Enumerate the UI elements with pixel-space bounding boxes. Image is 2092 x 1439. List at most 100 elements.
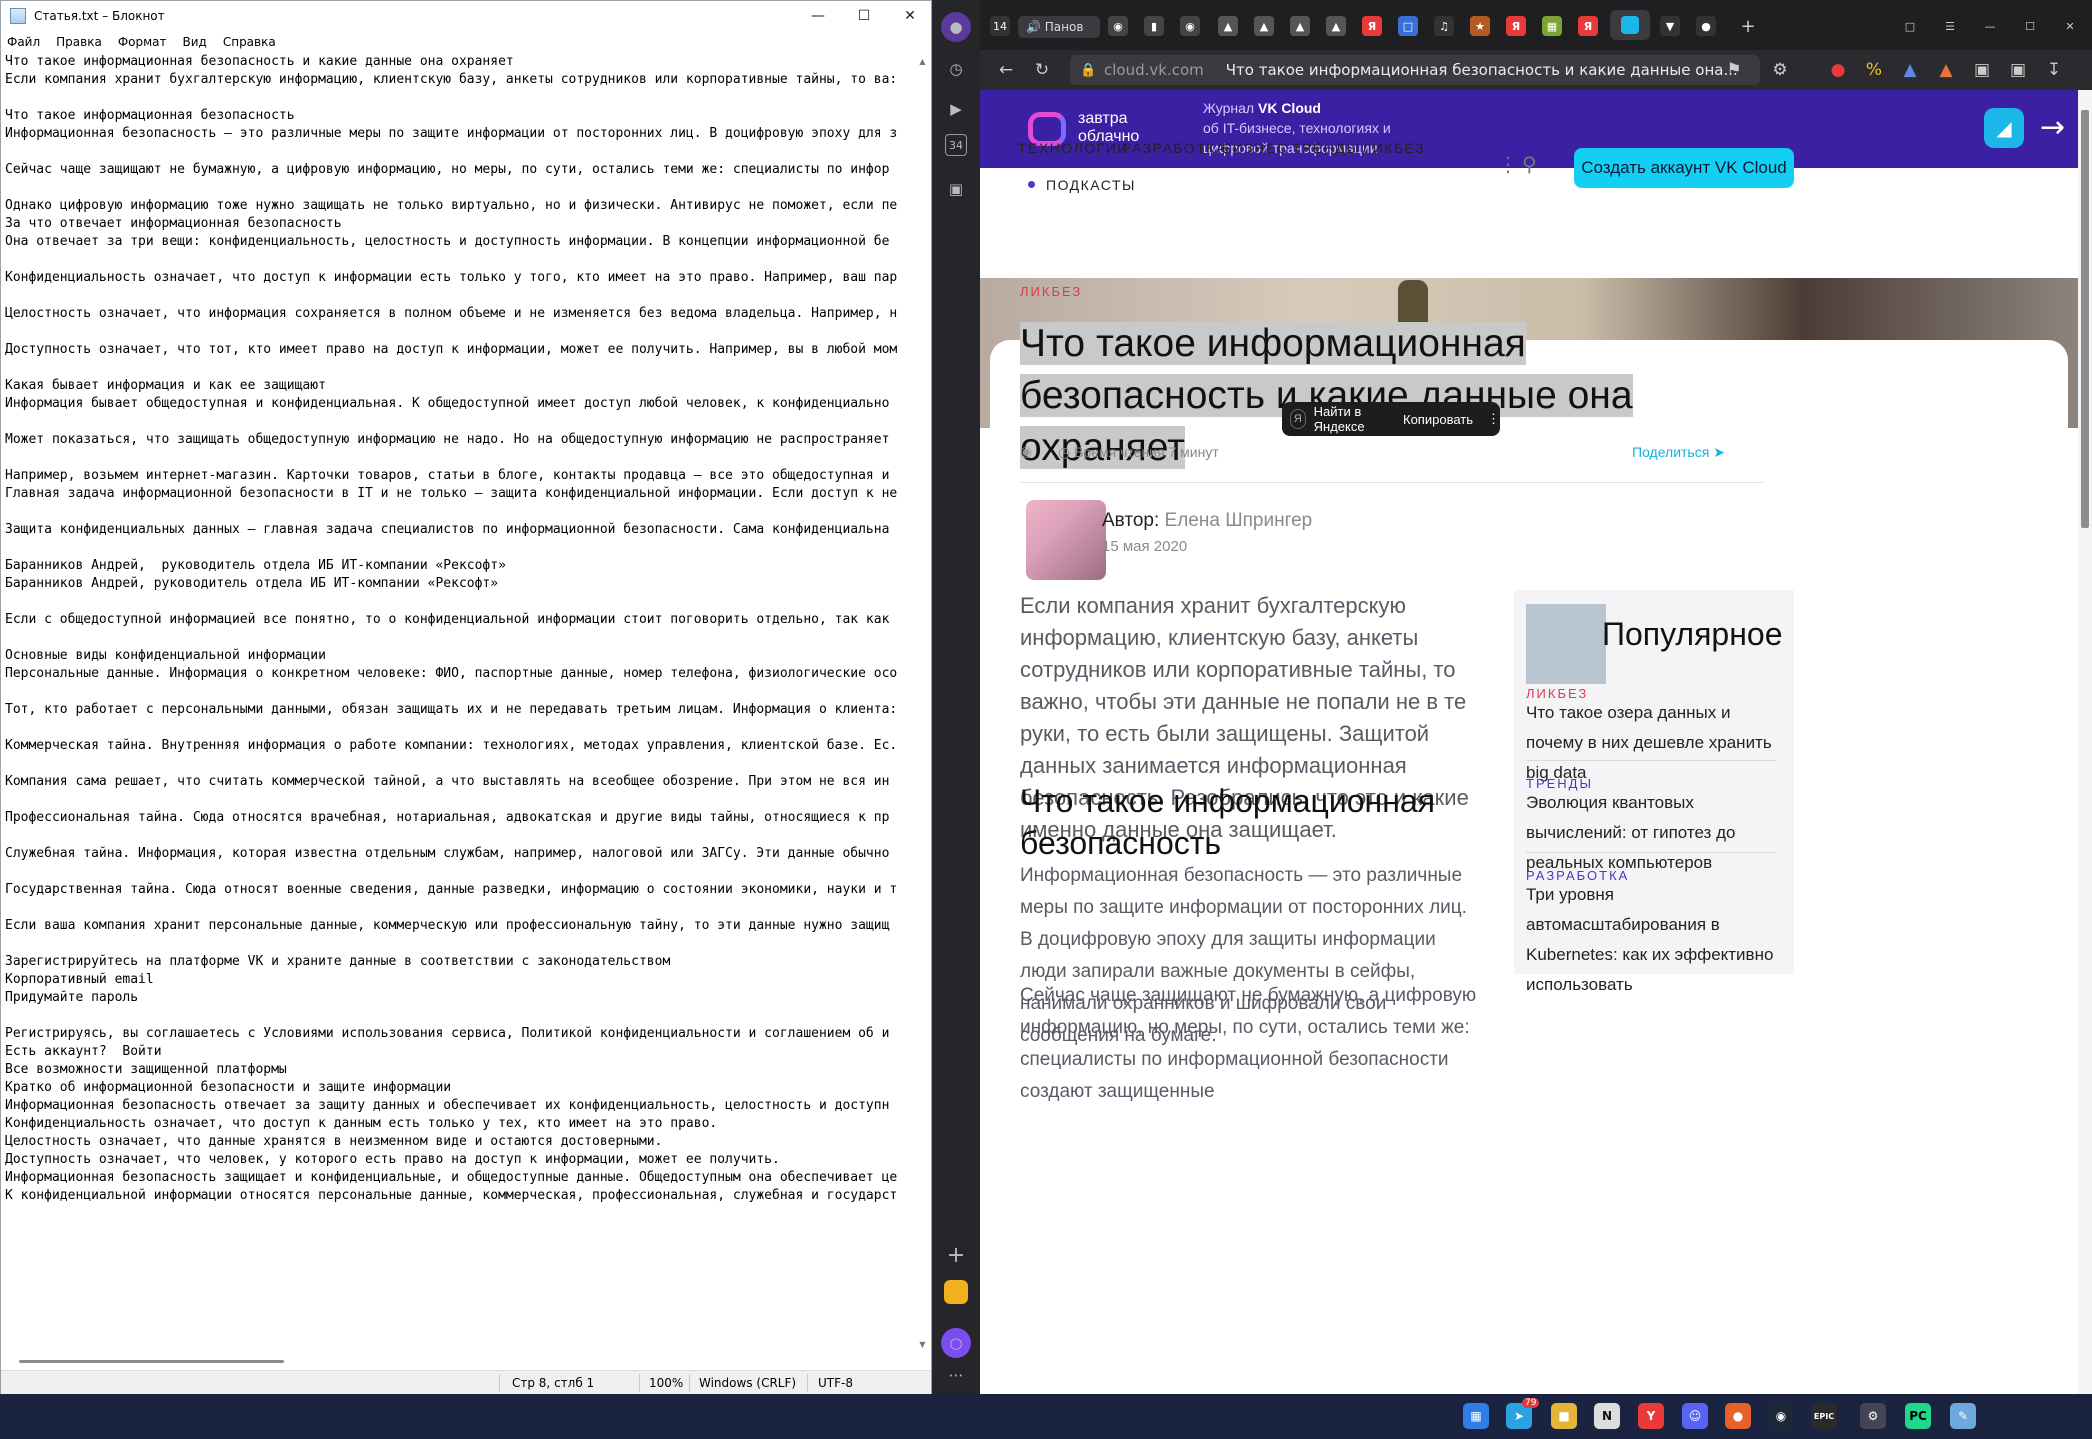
epic-games-icon[interactable]: EPIC [1811, 1403, 1837, 1429]
notion-icon[interactable]: N [1594, 1403, 1620, 1429]
popup-search-button[interactable]: Найти в Яндексе [1314, 404, 1391, 434]
calendar-icon[interactable]: 34 [945, 134, 967, 156]
mail-icon[interactable] [944, 1280, 968, 1304]
create-account-button[interactable]: Создать аккаунт VK Cloud [1574, 148, 1794, 188]
search-icon[interactable]: ⚲ [1522, 152, 1537, 176]
telegram-badge: 79 [1522, 1398, 1540, 1408]
extension-icon[interactable]: ● [1828, 60, 1848, 80]
screenshot-icon[interactable]: ▣ [941, 174, 971, 204]
more-dots-icon[interactable]: ⋮ [1498, 152, 1518, 176]
popular-sidebar: Популярное ЛИКБЕЗ Что такое озера данных… [1514, 590, 1794, 994]
tab-icon[interactable]: ▦ [1542, 16, 1562, 36]
popular-link[interactable]: Что такое озера данных и почему в них де… [1526, 698, 1782, 788]
vertical-scrollbar[interactable]: ▲ ▼ [914, 53, 931, 1353]
text-editor[interactable]: Что такое информационная безопасность и … [5, 53, 913, 1353]
docs-icon[interactable]: □ [1398, 16, 1418, 36]
author-name[interactable]: Елена Шпрингер [1165, 510, 1313, 531]
maximize-icon[interactable]: ☐ [2020, 16, 2040, 36]
minimize-button[interactable]: — [795, 1, 841, 31]
profile-switcher[interactable]: 🔊 Панов [1018, 16, 1100, 38]
github-icon[interactable]: ◉ [1108, 16, 1128, 36]
close-icon[interactable]: ✕ [2060, 16, 2080, 36]
back-icon[interactable]: ← [996, 60, 1016, 80]
scroll-up-icon[interactable]: ▲ [914, 53, 931, 70]
extension-icon[interactable]: ▣ [1972, 60, 1992, 80]
notepad-titlebar[interactable]: Статья.txt – Блокнот — ☐ ✕ [1, 1, 931, 31]
profile-avatar[interactable]: ● [941, 12, 971, 42]
extension-icon[interactable]: % [1864, 60, 1884, 80]
download-icon[interactable]: ↧ [2044, 60, 2064, 80]
popup-more-icon[interactable]: ⋮ [1487, 411, 1500, 427]
new-tab-icon[interactable]: + [1738, 16, 1758, 37]
pycharm-icon[interactable]: PC [1905, 1403, 1931, 1429]
menu-edit[interactable]: Правка [56, 35, 102, 49]
tab-icon[interactable]: ● [1696, 16, 1716, 36]
scroll-thumb[interactable] [19, 1360, 284, 1363]
tabs-menu-icon[interactable]: □ [1900, 16, 1920, 36]
yandex-icon[interactable]: Я [1506, 16, 1526, 36]
page-scrollbar[interactable] [2078, 90, 2092, 1394]
discord-icon[interactable]: ☺ [1682, 1403, 1708, 1429]
scroll-down-icon[interactable]: ▼ [914, 1336, 931, 1353]
active-tab-vkcloud[interactable] [1610, 10, 1650, 40]
notepad-taskbar-icon[interactable]: ✎ [1950, 1403, 1976, 1429]
share-label: Поделиться [1632, 444, 1710, 460]
article-category[interactable]: ЛИКБЕЗ [1020, 284, 1082, 299]
tab-icon[interactable]: ▼ [1660, 16, 1680, 36]
media-icon[interactable]: ▶ [941, 94, 971, 124]
history-icon[interactable]: ◷ [941, 54, 971, 84]
horizontal-scrollbar[interactable] [1, 1353, 915, 1370]
alice-icon[interactable]: ○ [941, 1328, 971, 1358]
menu-icon[interactable]: ☰ [1940, 16, 1960, 36]
bank-icon[interactable]: ▲ [1290, 16, 1310, 36]
bank-icon[interactable]: ▲ [1254, 16, 1274, 36]
minimize-icon[interactable]: — [1980, 16, 2000, 36]
popup-copy-button[interactable]: Копировать [1403, 412, 1473, 427]
yandex-icon[interactable]: Я [1578, 16, 1598, 36]
bookmark-icon[interactable]: ⚑ [1724, 60, 1744, 80]
more-icon[interactable]: ⋯ [941, 1360, 971, 1390]
menu-help[interactable]: Справка [223, 35, 276, 49]
add-panel-icon[interactable]: + [941, 1240, 971, 1270]
steam-icon[interactable]: ◉ [1768, 1403, 1794, 1429]
start-icon[interactable]: ▦ [1463, 1403, 1489, 1429]
nav-basics[interactable]: ЛИКБЕЗ [1362, 140, 1425, 156]
share-button[interactable]: Поделиться ➤ [1632, 444, 1725, 461]
address-bar[interactable]: 🔒 cloud.vk.com Что такое информационная … [1070, 55, 1760, 85]
app-icon[interactable]: ● [1725, 1403, 1751, 1429]
extension-icon[interactable]: ▲ [1936, 60, 1956, 80]
tab-icon[interactable]: ▮ [1144, 16, 1164, 36]
yandex-browser-icon[interactable]: Y [1638, 1403, 1664, 1429]
nav-development[interactable]: РАЗРАБОТКА [1122, 140, 1227, 156]
extension-icon[interactable]: ▣ [2008, 60, 2028, 80]
author-line: Автор: Елена Шпрингер [1102, 510, 1312, 532]
yandex-icon[interactable]: Я [1362, 16, 1382, 36]
reload-icon[interactable]: ↻ [1032, 60, 1052, 80]
close-button[interactable]: ✕ [887, 1, 933, 31]
bank-icon[interactable]: ▲ [1218, 16, 1238, 36]
page-scroll-thumb[interactable] [2081, 110, 2089, 528]
speaker-icon[interactable]: ♫ [1434, 16, 1454, 36]
popular-link[interactable]: Эволюция квантовых вычислений: от гипоте… [1526, 788, 1782, 878]
popular-link[interactable]: Три уровня автомасштабирования в Kuberne… [1526, 880, 1782, 1000]
menu-format[interactable]: Формат [118, 35, 167, 49]
menu-file[interactable]: Файл [7, 35, 40, 49]
extensions-icon[interactable]: ⚙ [1770, 60, 1790, 80]
github-icon[interactable]: ◉ [1180, 16, 1200, 36]
tab-count-badge[interactable]: 14 [990, 16, 1010, 36]
folder-icon[interactable]: ■ [1551, 1403, 1577, 1429]
author-avatar[interactable] [1026, 500, 1106, 580]
menu-view[interactable]: Вид [183, 35, 207, 49]
bank-icon[interactable]: ▲ [1326, 16, 1346, 36]
tab-icon[interactable]: ★ [1470, 16, 1490, 36]
nav-trends[interactable]: ТРЕНДЫ [1292, 140, 1360, 156]
nav-business[interactable]: БИЗНЕС [1222, 140, 1288, 156]
extension-icon[interactable]: ▲ [1900, 60, 1920, 80]
nav-technology[interactable]: ТЕХНОЛОГИИ [1018, 140, 1129, 156]
vkcloud-logo-icon[interactable]: ◢ [1984, 108, 2024, 148]
nav-podcasts[interactable]: ПОДКАСТЫ [1046, 177, 1136, 193]
settings-icon[interactable]: ⚙ [1860, 1403, 1886, 1429]
text-line [5, 863, 913, 881]
arrow-right-icon[interactable]: → [2040, 110, 2065, 145]
maximize-button[interactable]: ☐ [841, 1, 887, 31]
